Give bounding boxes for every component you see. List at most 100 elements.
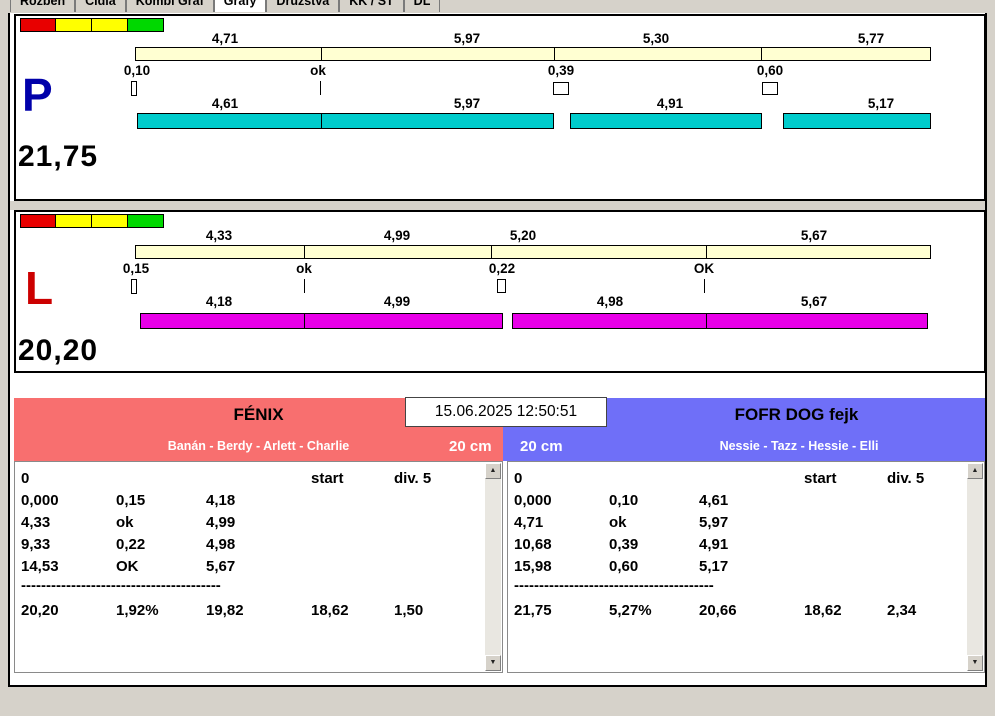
status-light-green — [128, 18, 164, 32]
total-time-cell: 21,75 — [514, 601, 552, 619]
split-cell: 5,67 — [206, 557, 236, 575]
total-div-cell: 2,34 — [887, 601, 917, 619]
run-split-label: 5,67 — [800, 294, 828, 309]
down-arrow-icon: ▼ — [489, 659, 497, 666]
cum-cell: 4,33 — [21, 513, 51, 531]
down-arrow-icon: ▼ — [971, 659, 979, 666]
mark-cell: 0,22 — [116, 535, 146, 553]
status-light-red — [20, 214, 56, 228]
bar-tick — [321, 48, 322, 60]
change-label: ok — [296, 261, 312, 276]
status-light-yellow — [56, 18, 92, 32]
mark-cell: 0,15 — [116, 491, 146, 509]
table-row: 15,98 0,60 5,17 — [508, 555, 966, 577]
tab-cidla[interactable]: Čidla — [75, 0, 126, 12]
ideal-time-bar — [135, 47, 931, 61]
fault-checkbox[interactable] — [553, 82, 569, 95]
mark-cell: 0,39 — [609, 535, 639, 553]
change-tick — [320, 81, 321, 95]
status-light-red — [20, 18, 56, 32]
scroll-down-button[interactable]: ▼ — [485, 655, 501, 671]
ideal-time-bar — [135, 245, 931, 259]
run-bar-segment — [137, 113, 554, 129]
mark-cell: OK — [116, 557, 139, 575]
bar-tick — [706, 314, 707, 328]
scrollbar[interactable]: ▲ ▼ — [485, 463, 501, 671]
bar-tick — [761, 48, 762, 60]
split-cell: 4,91 — [699, 535, 729, 553]
change-label: ok — [310, 63, 326, 78]
change-label: 0,39 — [547, 63, 575, 78]
split-cell: 5,97 — [699, 513, 729, 531]
team-dogs: Nessie - Tazz - Hessie - Elli — [719, 439, 879, 453]
split-cell: 5,17 — [699, 557, 729, 575]
scroll-up-button[interactable]: ▲ — [967, 463, 983, 479]
tab-rozbeh[interactable]: Rozbeh — [10, 0, 76, 12]
change-label: 0,15 — [122, 261, 150, 276]
bar-tick — [321, 114, 322, 128]
scroll-down-button[interactable]: ▼ — [967, 655, 983, 671]
tab-grafy[interactable]: Grafy — [213, 0, 267, 12]
change-tick — [304, 279, 305, 293]
lane-total-time: 20,20 — [18, 334, 99, 367]
total-start-cell: 18,62 — [311, 601, 349, 619]
run-bar-segment — [783, 113, 931, 129]
table-row: 14,53 OK 5,67 — [15, 555, 484, 577]
cum-cell: 0,000 — [21, 491, 59, 509]
tab-druzstva[interactable]: Družstva — [266, 0, 340, 12]
start-col-label: start — [311, 469, 344, 487]
run-split-label: 5,17 — [867, 96, 895, 111]
mark-cell: ok — [609, 513, 627, 531]
change-label: 0,10 — [123, 63, 151, 78]
run-bar-segment — [140, 313, 503, 329]
mark-cell: 0,60 — [609, 557, 639, 575]
div-col-label: div. 5 — [394, 469, 432, 487]
ideal-split-label: 4,33 — [205, 228, 233, 243]
fault-checkbox[interactable] — [762, 82, 778, 95]
status-light-green — [128, 214, 164, 228]
total-time-cell: 20,20 — [21, 601, 59, 619]
run-split-label: 4,18 — [205, 294, 233, 309]
total-row: 21,75 5,27% 20,66 18,62 2,34 — [508, 599, 966, 621]
total-start-cell: 18,62 — [804, 601, 842, 619]
split-cell: 4,61 — [699, 491, 729, 509]
tab-kk-st[interactable]: KK / ST — [339, 0, 404, 12]
panel-lane-p: 4,71 5,97 5,30 5,77 0,10 ok 0,39 0,60 4,… — [14, 14, 986, 201]
panel-divider — [10, 201, 985, 210]
cum-cell: 14,53 — [21, 557, 59, 575]
change-label: 0,60 — [756, 63, 784, 78]
table-row: 4,71 ok 5,97 — [508, 511, 966, 533]
cum-cell: 9,33 — [21, 535, 51, 553]
mark-cell: ok — [116, 513, 134, 531]
scroll-up-button[interactable]: ▲ — [485, 463, 501, 479]
table-row: 0,000 0,15 4,18 — [15, 489, 484, 511]
start-lights — [20, 18, 164, 32]
split-cell: 4,98 — [206, 535, 236, 553]
fault-checkbox[interactable] — [497, 279, 506, 293]
cum-cell: 4,71 — [514, 513, 544, 531]
height-category: 20 cm — [520, 438, 563, 455]
bar-tick — [304, 314, 305, 328]
ideal-split-label: 5,97 — [453, 31, 481, 46]
bar-tick — [706, 246, 707, 258]
total-net-cell: 19,82 — [206, 601, 244, 619]
table-header-row: 0 start div. 5 — [508, 467, 966, 489]
ideal-split-label: 4,71 — [211, 31, 239, 46]
status-light-yellow — [92, 214, 128, 228]
ideal-split-label: 5,20 — [509, 228, 537, 243]
team-dogs: Banán - Berdy - Arlett - Charlie — [167, 439, 350, 453]
status-light-yellow — [92, 18, 128, 32]
change-tick — [704, 279, 705, 293]
scrollbar[interactable]: ▲ ▼ — [967, 463, 983, 671]
tab-dl[interactable]: DL — [403, 0, 441, 12]
table-row: 10,68 0,39 4,91 — [508, 533, 966, 555]
cum-cell: 15,98 — [514, 557, 552, 575]
tab-kombi-graf[interactable]: Kombi Graf — [125, 0, 214, 12]
run-split-label: 4,98 — [596, 294, 624, 309]
total-row: 20,20 1,92% 19,82 18,62 1,50 — [15, 599, 484, 621]
lane-letter: P — [22, 69, 53, 121]
run-split-label: 4,91 — [656, 96, 684, 111]
start-marker — [131, 81, 137, 96]
tab-bar: Rozbeh Čidla Kombi Graf Grafy Družstva KK / S… — [10, 0, 985, 12]
results-table-left: 0 start div. 5 0,000 0,15 4,18 4,33 ok 4… — [14, 461, 503, 673]
